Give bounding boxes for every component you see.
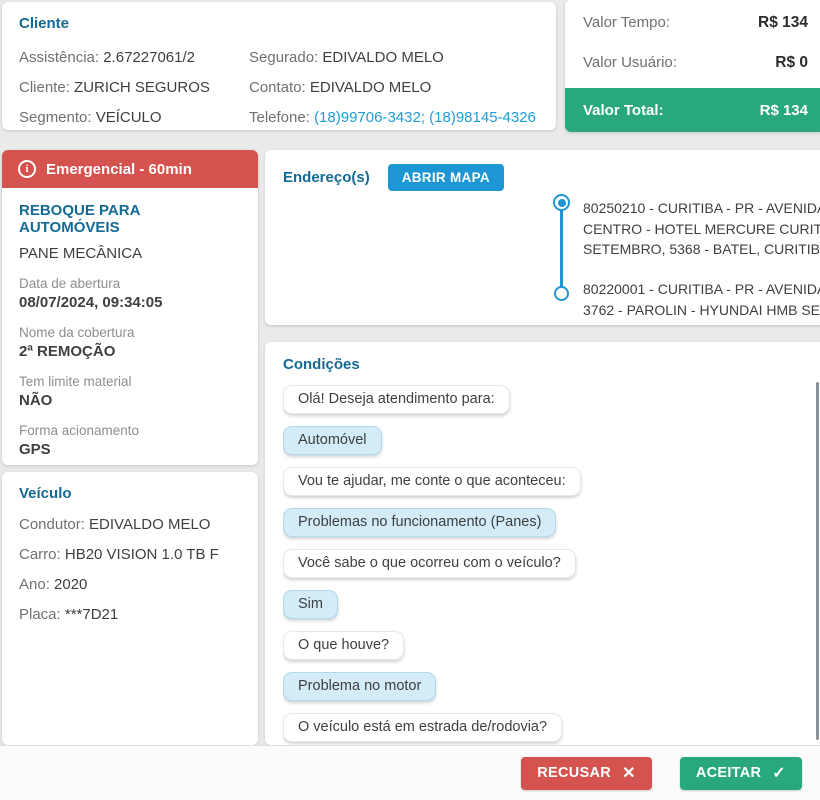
plate-field: Placa: ***7D21 [19, 606, 119, 623]
origin-address: 80250210 - CURITIBA - PR - AVENIDA SETE … [583, 200, 820, 257]
route-timeline-line [560, 210, 563, 288]
accept-button[interactable]: ACEITAR ✓ [679, 756, 802, 790]
destination-radio-icon[interactable] [554, 286, 569, 301]
year-field: Ano: 2020 [19, 576, 88, 593]
chat-message-bot: Vou te ajudar, me conte o que aconteceu: [283, 467, 581, 496]
user-value-row: Valor Usuário: R$ 0 [583, 53, 808, 72]
chat-message-user: Problema no motor [283, 672, 437, 701]
time-value: R$ 134 [758, 13, 808, 31]
material-limit-field: Tem limite material NÃO [19, 374, 132, 409]
service-name: REBOQUE PARA AUTOMÓVEIS [19, 202, 140, 236]
service-card: i Emergencial - 60min REBOQUE PARA AUTOM… [2, 150, 258, 465]
client-card-title: Cliente [19, 15, 70, 32]
client-field: Cliente: ZURICH SEGUROS [19, 79, 210, 96]
chat-message-bot-truncated: O veículo está em estrada de/rodovia? [283, 713, 563, 742]
coverage-name-field: Nome da cobertura 2ª REMOÇÃO [19, 325, 135, 360]
time-value-row: Valor Tempo: R$ 134 [583, 13, 808, 32]
user-value: R$ 0 [775, 53, 808, 71]
driver-field: Condutor: EDIVALDO MELO [19, 516, 211, 533]
address-card: Endereço(s) ABRIR MAPA 80250210 - CURITI… [265, 150, 820, 325]
check-icon: ✓ [772, 765, 786, 782]
origin-radio-icon[interactable] [553, 194, 570, 211]
assistance-field: Assistência: 2.67227061/2 [19, 49, 195, 66]
conditions-card-title: Condições [283, 356, 360, 373]
total-value: R$ 134 [759, 101, 808, 119]
reject-button[interactable]: RECUSAR ✕ [521, 756, 652, 790]
insured-field: Segurado: EDIVALDO MELO [249, 49, 444, 66]
client-card: Cliente Assistência: 2.67227061/2 Client… [2, 2, 556, 130]
address-card-title: Endereço(s) [283, 169, 370, 186]
destination-address: 80220001 - CURITIBA - PR - AVENIDA MAREC… [583, 281, 820, 318]
vehicle-card-title: Veículo [19, 485, 72, 502]
contact-field: Contato: EDIVALDO MELO [249, 79, 432, 96]
opening-date-field: Data de abertura 08/07/2024, 09:34:05 [19, 276, 163, 311]
open-map-button[interactable]: ABRIR MAPA [387, 164, 504, 191]
chat-message-bot: O que houve? [283, 631, 405, 660]
car-field: Carro: HB20 VISION 1.0 TB F [19, 546, 219, 563]
vehicle-card: Veículo Condutor: EDIVALDO MELO Carro: H… [2, 472, 258, 745]
totals-card: Valor Tempo: R$ 134 Valor Usuário: R$ 0 … [565, 0, 820, 132]
emergency-banner: i Emergencial - 60min [2, 150, 258, 188]
footer-action-bar: RECUSAR ✕ ACEITAR ✓ [0, 745, 820, 800]
close-icon: ✕ [622, 765, 636, 782]
chat-message-user: Problemas no funcionamento (Panes) [283, 508, 557, 537]
conditions-card: Condições Olá! Deseja atendimento para: … [265, 342, 820, 745]
chat-scrollbar[interactable] [816, 382, 819, 740]
chat-transcript: Olá! Deseja atendimento para: Automóvel … [283, 385, 813, 745]
service-detail: PANE MECÂNICA [19, 245, 143, 262]
chat-message-user: Automóvel [283, 426, 382, 455]
trigger-mode-field: Forma acionamento GPS [19, 423, 140, 458]
emergency-banner-label: Emergencial - 60min [46, 160, 192, 178]
total-value-bar: Valor Total: R$ 134 [565, 88, 820, 132]
chat-message-user: Sim [283, 590, 338, 619]
phone-field: Telefone: (18)99706-3432; (18)98145-4326 [249, 109, 536, 126]
phone-links[interactable]: (18)99706-3432; (18)98145-4326 [314, 109, 536, 126]
info-icon: i [18, 160, 36, 178]
segment-field: Segmento: VEÍCULO [19, 109, 162, 126]
chat-message-bot: Olá! Deseja atendimento para: [283, 385, 510, 414]
chat-message-bot: Você sabe o que ocorreu com o veículo? [283, 549, 576, 578]
